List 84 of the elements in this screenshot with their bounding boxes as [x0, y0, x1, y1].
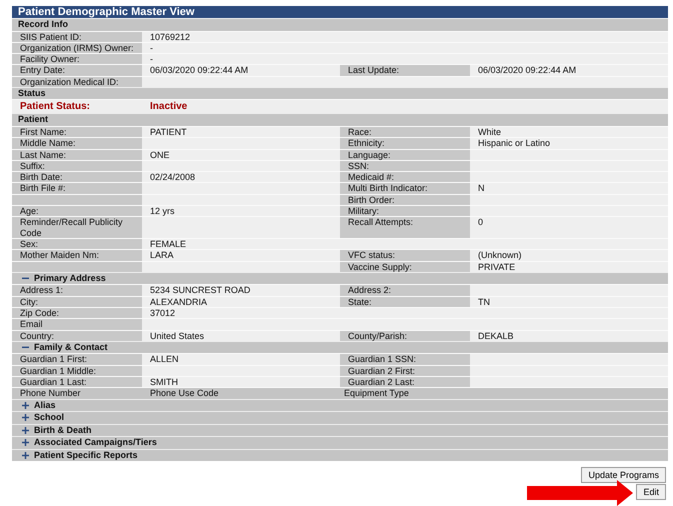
field-label: Country:: [20, 330, 54, 341]
field-value: 06/03/2020 09:22:44 AM: [150, 65, 248, 76]
field-label: Age:: [20, 206, 39, 216]
field-label: Organization Medical ID:: [20, 76, 119, 87]
field-label: Last Update:: [348, 65, 400, 76]
field-value: White: [478, 126, 502, 137]
field-label: SIIS Patient ID:: [20, 32, 82, 42]
field-value: 10769212: [150, 32, 190, 42]
field-value: DEKALB: [478, 330, 514, 341]
section-header[interactable]: Associated Campaigns/Tiers: [12, 436, 668, 449]
field-label: VFC status:: [348, 250, 396, 260]
field-value: 0: [478, 217, 484, 228]
field-value: -: [150, 54, 153, 64]
field-label: Reminder/Recall Publicity Code: [20, 217, 123, 238]
field-label: County/Parish:: [348, 330, 408, 341]
field-label: Guardian 2 First:: [348, 366, 416, 376]
field-value: TN: [478, 296, 490, 307]
field-label: Birth Order:: [348, 194, 395, 205]
field-label: Guardian 1 SSN:: [348, 354, 416, 364]
section-header[interactable]: Family & Contact: [12, 340, 668, 354]
field-value: ALLEN: [150, 354, 179, 364]
field-value: United States: [150, 330, 204, 341]
field-label: Address 2:: [348, 285, 392, 296]
field-label: Recall Attempts:: [348, 217, 414, 228]
field-label: Race:: [348, 126, 372, 137]
field-label: Email: [20, 319, 43, 330]
field-value: -: [150, 42, 153, 53]
field-value: 12 yrs: [150, 206, 175, 216]
field-value: PRIVATE: [478, 262, 516, 272]
field-label: SSN:: [348, 160, 370, 171]
field-label: Zip Code:: [20, 308, 60, 318]
field-value: SMITH: [150, 376, 178, 387]
section-header: Status: [12, 86, 668, 100]
field-label: Middle Name:: [20, 138, 76, 148]
status-label: Patient Status:: [20, 101, 90, 112]
field-label: Vaccine Supply:: [348, 262, 412, 272]
section-header[interactable]: Alias: [12, 398, 668, 412]
field-value: 37012: [150, 308, 176, 318]
field-label: Mother Maiden Nm:: [20, 250, 100, 260]
field-value: FEMALE: [150, 238, 186, 249]
field-value: ONE: [150, 150, 170, 160]
field-label: Guardian 1 Last:: [20, 376, 87, 387]
field-value: 06/03/2020 09:22:44 AM: [478, 65, 576, 76]
field-label: Facility Owner:: [20, 54, 80, 64]
page-title: Patient Demographic Master View: [12, 6, 668, 18]
field-label: Address 1:: [20, 285, 64, 296]
field-label: Ethnicity:: [348, 138, 385, 148]
section-header[interactable]: Birth & Death: [12, 424, 668, 436]
field-label: Last Name:: [20, 150, 66, 160]
action-button[interactable]: Update Programs: [581, 467, 666, 483]
column-heading: Equipment Type: [344, 388, 409, 398]
status-value: Inactive: [150, 101, 188, 112]
field-label: Organization (IRMS) Owner:: [20, 42, 134, 53]
field-label: Birth Date:: [20, 172, 63, 182]
field-value: LARA: [150, 250, 174, 260]
field-value: N: [478, 183, 484, 194]
field-label: Multi Birth Indicator:: [348, 183, 428, 194]
field-value: Hispanic or Latino: [478, 138, 550, 148]
section-header[interactable]: School: [12, 411, 668, 424]
field-label: Language:: [348, 150, 391, 160]
field-label: Medicaid #:: [348, 172, 394, 182]
action-button[interactable]: Edit: [636, 484, 666, 500]
field-value: ALEXANDRIA: [150, 296, 208, 307]
field-label: Birth File #:: [20, 183, 66, 194]
field-label: Entry Date:: [20, 65, 66, 76]
section-header: Patient: [12, 113, 668, 126]
field-label: Suffix:: [20, 160, 45, 171]
field-value: 02/24/2008: [150, 172, 196, 182]
field-label: Guardian 2 Last:: [348, 376, 415, 387]
column-heading: Phone Use Code: [150, 388, 219, 398]
field-value: 5234 SUNCREST ROAD: [150, 285, 250, 296]
column-heading: Phone Number: [20, 388, 81, 398]
section-header[interactable]: Primary Address: [12, 272, 668, 284]
field-value: (Unknown): [478, 250, 522, 260]
field-label: First Name:: [20, 126, 67, 137]
field-label: State:: [348, 296, 372, 307]
section-header: Record Info: [12, 18, 668, 30]
field-label: City:: [20, 296, 38, 307]
section-header[interactable]: Patient Specific Reports: [12, 448, 668, 462]
field-label: Guardian 1 First:: [20, 354, 88, 364]
field-label: Guardian 1 Middle:: [20, 366, 96, 376]
field-label: Military:: [348, 206, 379, 216]
field-value: PATIENT: [150, 126, 187, 137]
field-label: Sex:: [20, 238, 38, 249]
